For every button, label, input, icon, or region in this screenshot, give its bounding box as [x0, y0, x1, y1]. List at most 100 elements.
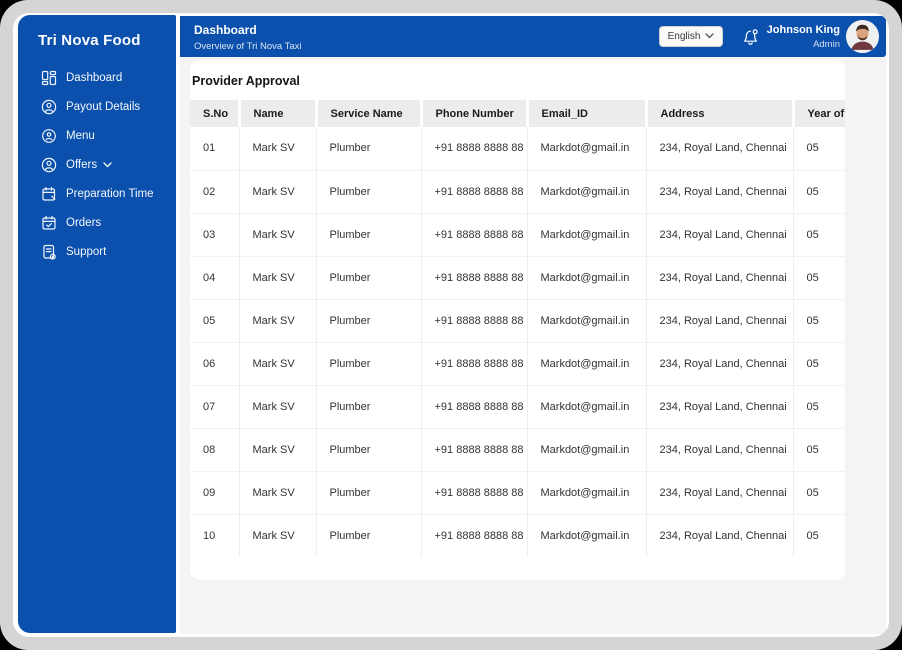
table-row: 02 Mark SV Plumber +91 8888 8888 88 Markdot@…	[190, 169, 845, 213]
table-cell: 09	[190, 470, 240, 514]
table-cell: 234, Royal Land, Chennai	[646, 212, 794, 256]
page-title: Dashboard	[194, 23, 257, 37]
table-row: 01 Mark SV Plumber +91 8888 8888 88 Markdot@…	[190, 127, 845, 170]
table-cell: Mark SV	[239, 513, 317, 557]
table-cell: Plumber	[316, 470, 422, 514]
user-name: Johnson King	[766, 24, 840, 36]
topbar: Dashboard Overview of Tri Nova Taxi Engl…	[180, 16, 886, 57]
sidebar-item-label: Offers	[66, 158, 98, 171]
table-cell: +91 8888 8888 88	[421, 255, 528, 299]
bell-icon[interactable]	[740, 27, 760, 47]
provider-approval-card: Provider Approval S.No Name Service Name Ph…	[190, 60, 845, 580]
table-cell: +91 8888 8888 88	[421, 127, 528, 170]
table-row: 06 Mark SV Plumber +91 8888 8888 88 Markdot@…	[190, 341, 845, 385]
table-cell: 05	[793, 212, 845, 256]
language-selector-value: English	[667, 31, 701, 42]
table-cell: 234, Royal Land, Chennai	[646, 384, 794, 428]
table-cell: Markdot@gmail.in	[527, 212, 647, 256]
table-body: 01 Mark SV Plumber +91 8888 8888 88 Markdot@…	[190, 127, 845, 557]
sidebar: Tri Nova Food Dashboard Payout Details M…	[18, 15, 176, 633]
sidebar-item-menu[interactable]: Menu	[18, 121, 176, 150]
table-cell: 10	[190, 513, 240, 557]
calendar-edit-icon	[40, 185, 57, 202]
main-content: Provider Approval S.No Name Service Name Ph…	[180, 57, 886, 634]
table-cell: 234, Royal Land, Chennai	[646, 255, 794, 299]
app-logo-title: Tri Nova Food	[38, 32, 141, 49]
table-cell: 234, Royal Land, Chennai	[646, 470, 794, 514]
sidebar-item-payout-details[interactable]: Payout Details	[18, 92, 176, 121]
table-cell: Plumber	[316, 169, 422, 213]
table-cell: Plumber	[316, 513, 422, 557]
column-header-address: Address	[646, 100, 795, 127]
table-cell: 05	[793, 341, 845, 385]
table-cell: Plumber	[316, 255, 422, 299]
table-cell: Mark SV	[239, 384, 317, 428]
column-header-phone-number: Phone Number	[421, 100, 529, 127]
table-cell: Mark SV	[239, 427, 317, 471]
sidebar-item-support[interactable]: Support	[18, 237, 176, 266]
table-header: S.No Name Service Name Phone Number Email_ID…	[190, 100, 845, 127]
table-cell: 234, Royal Land, Chennai	[646, 169, 794, 213]
table-cell: 234, Royal Land, Chennai	[646, 341, 794, 385]
app-window: Tri Nova Food Dashboard Payout Details M…	[13, 13, 889, 637]
offers-person-icon	[40, 156, 57, 173]
user-avatar-photo[interactable]	[846, 20, 879, 53]
user-role: Admin	[813, 39, 840, 50]
column-header-name: Name	[239, 100, 318, 127]
topbar-titles: Dashboard Overview of Tri Nova Taxi	[194, 23, 302, 52]
table-cell: +91 8888 8888 88	[421, 169, 528, 213]
chevron-down-icon	[705, 31, 715, 42]
sidebar-item-preparation-time[interactable]: Preparation Time	[18, 179, 176, 208]
table-cell: +91 8888 8888 88	[421, 341, 528, 385]
table-cell: 03	[190, 212, 240, 256]
table-cell: Markdot@gmail.in	[527, 341, 647, 385]
sidebar-item-offers[interactable]: Offers	[18, 150, 176, 179]
table-cell: Plumber	[316, 127, 422, 170]
menu-badge-icon	[40, 127, 57, 144]
table-cell: Markdot@gmail.in	[527, 169, 647, 213]
table-cell: Markdot@gmail.in	[527, 298, 647, 342]
table-cell: 05	[793, 470, 845, 514]
support-document-icon	[40, 243, 57, 260]
sidebar-item-dashboard[interactable]: Dashboard	[18, 63, 176, 92]
table-row: 08 Mark SV Plumber +91 8888 8888 88 Markdot@…	[190, 427, 845, 471]
table-cell: Plumber	[316, 341, 422, 385]
user-meta: Johnson King Admin	[767, 24, 840, 50]
table-cell: Mark SV	[239, 341, 317, 385]
table-row: 04 Mark SV Plumber +91 8888 8888 88 Markdot@…	[190, 255, 845, 299]
table-row: 09 Mark SV Plumber +91 8888 8888 88 Markdot@…	[190, 470, 845, 514]
sidebar-item-orders[interactable]: Orders	[18, 208, 176, 237]
table-cell: +91 8888 8888 88	[421, 298, 528, 342]
table-header-row: S.No Name Service Name Phone Number Email_ID…	[190, 100, 845, 127]
table-cell: 06	[190, 341, 240, 385]
sidebar-nav: Dashboard Payout Details Menu Offers Pre…	[18, 63, 176, 266]
table-cell: +91 8888 8888 88	[421, 212, 528, 256]
sidebar-item-label: Dashboard	[66, 71, 123, 84]
table-cell: Plumber	[316, 384, 422, 428]
column-header-service-name: Service Name	[316, 100, 423, 127]
table-cell: +91 8888 8888 88	[421, 384, 528, 428]
table-cell: 234, Royal Land, Chennai	[646, 298, 794, 342]
section-title: Provider Approval	[192, 74, 300, 88]
table-row: 10 Mark SV Plumber +91 8888 8888 88 Markdot@…	[190, 513, 845, 557]
column-header-year-of: Year of	[793, 100, 845, 127]
table-cell: Mark SV	[239, 298, 317, 342]
table-cell: 05	[793, 513, 845, 557]
table-cell: 02	[190, 169, 240, 213]
provider-approval-table: S.No Name Service Name Phone Number Email_ID…	[190, 100, 845, 557]
dashboard-grid-icon	[40, 69, 57, 86]
device-frame: Tri Nova Food Dashboard Payout Details M…	[0, 0, 902, 650]
table-cell: 05	[190, 298, 240, 342]
column-header-s-no: S.No	[190, 100, 241, 127]
table-cell: Mark SV	[239, 212, 317, 256]
table-cell: +91 8888 8888 88	[421, 513, 528, 557]
language-selector[interactable]: English	[659, 26, 723, 47]
table-row: 05 Mark SV Plumber +91 8888 8888 88 Markdot@…	[190, 298, 845, 342]
sidebar-item-label: Support	[66, 245, 107, 258]
table-cell: 07	[190, 384, 240, 428]
table-cell: Markdot@gmail.in	[527, 384, 647, 428]
table-cell: 04	[190, 255, 240, 299]
table-cell: +91 8888 8888 88	[421, 427, 528, 471]
table-cell: Markdot@gmail.in	[527, 470, 647, 514]
table-cell: Mark SV	[239, 127, 317, 170]
